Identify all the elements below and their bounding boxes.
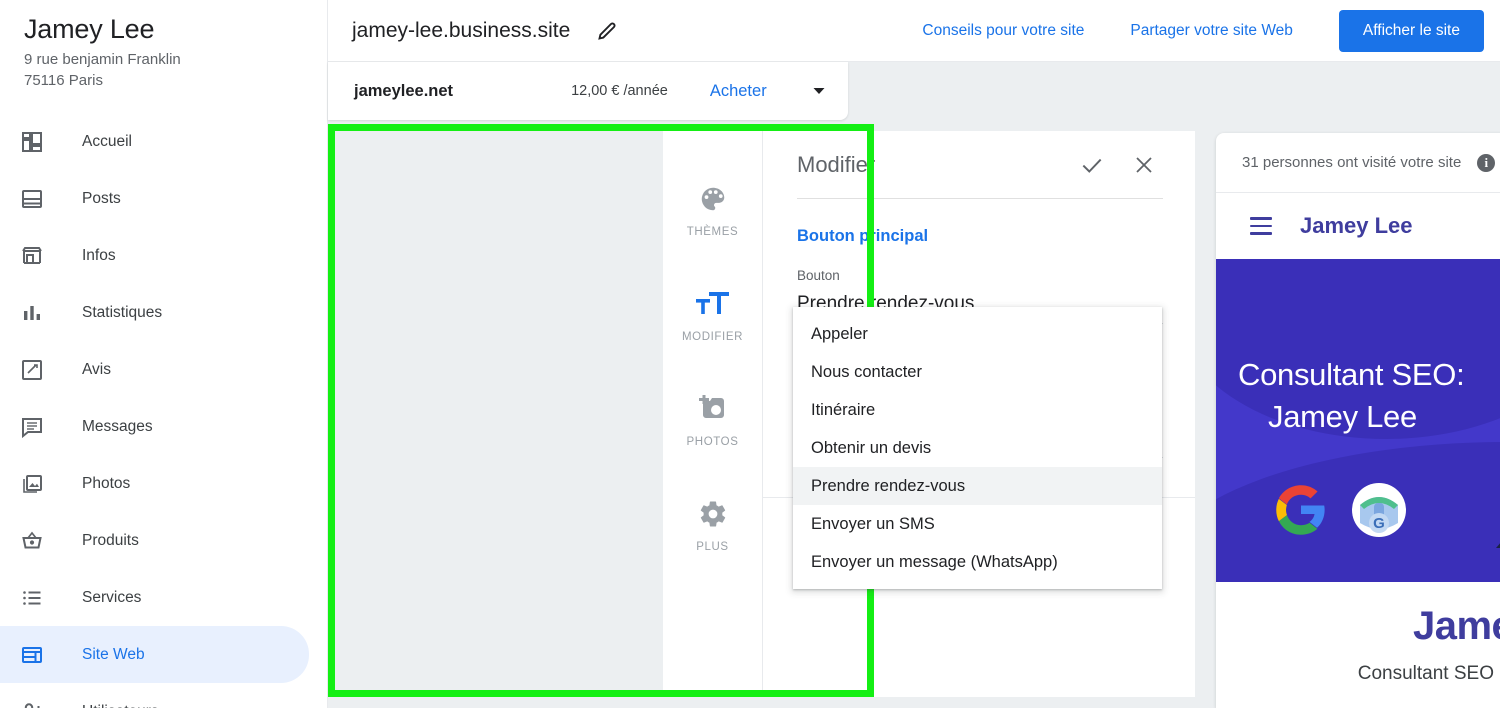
dropdown-option-appeler[interactable]: Appeler	[793, 315, 1162, 353]
website-icon	[18, 641, 46, 669]
tool-plus[interactable]: PLUS	[663, 470, 762, 575]
sidebar-item-statistiques[interactable]: Statistiques	[0, 284, 309, 341]
google-my-business-logo-icon: G	[1352, 483, 1406, 537]
sidebar-item-label: Utilisateurs	[82, 703, 159, 708]
site-url-label: jamey-lee.business.site	[352, 18, 571, 42]
dropdown-option-obtenir-un-devis[interactable]: Obtenir un devis	[793, 429, 1162, 467]
sidebar-item-label: Site Web	[82, 645, 145, 663]
tool-themes[interactable]: THÈMES	[663, 155, 762, 260]
sidebar-item-label: Statistiques	[82, 303, 163, 321]
button-type-dropdown[interactable]: Appeler Nous contacter Itinéraire Obteni…	[793, 307, 1162, 589]
share-site-link[interactable]: Partager votre site Web	[1130, 22, 1293, 40]
sidebar-item-label: Photos	[82, 474, 131, 492]
person-add-icon	[18, 698, 46, 708]
bar-chart-icon	[18, 299, 46, 327]
list-icon	[18, 584, 46, 612]
sidebar-item-label: Infos	[82, 246, 116, 264]
post-icon	[18, 185, 46, 213]
app-root: Jamey Lee 9 rue benjamin Franklin 75116 …	[0, 0, 1500, 708]
gear-icon	[698, 493, 728, 535]
message-icon	[18, 413, 46, 441]
page-title: Modifier	[797, 151, 876, 177]
visit-count-text: 31 personnes ont visité votre site	[1242, 154, 1462, 171]
main-button-section-link[interactable]: Bouton principal	[797, 227, 1163, 246]
preview-hero-banner: Consultant SEO: Jamey Lee G	[1216, 259, 1500, 582]
sidebar-item-site-web[interactable]: Site Web	[0, 626, 309, 683]
sidebar-item-infos[interactable]: Infos	[0, 227, 309, 284]
sidebar-item-label: Produits	[82, 531, 139, 549]
sidebar-item-utilisateurs[interactable]: Utilisateurs	[0, 683, 309, 708]
dropdown-option-envoyer-un-sms[interactable]: Envoyer un SMS	[793, 505, 1162, 543]
dropdown-option-itineraire[interactable]: Itinéraire	[793, 391, 1162, 429]
tool-label: THÈMES	[686, 225, 739, 238]
store-icon	[18, 242, 46, 270]
domain-bar-area: jameylee.net 12,00 € /année Acheter	[328, 62, 1500, 124]
tool-modifier[interactable]: MODIFIER	[663, 260, 762, 365]
sidebar-item-produits[interactable]: Produits	[0, 512, 309, 569]
sidebar-item-label: Services	[82, 588, 142, 606]
domain-offer-card: jameylee.net 12,00 € /année Acheter	[328, 62, 848, 120]
sidebar-item-services[interactable]: Services	[0, 569, 309, 626]
address-line-1: 9 rue benjamin Franklin	[24, 51, 181, 68]
buy-domain-button[interactable]: Acheter	[710, 82, 767, 101]
photo-icon	[18, 470, 46, 498]
sidebar-item-label: Messages	[82, 417, 153, 435]
add-photo-icon	[697, 388, 729, 430]
preview-status-bar: 31 personnes ont visité votre site i EN …	[1216, 133, 1500, 193]
sidebar-item-label: Avis	[82, 360, 112, 378]
dropdown-option-envoyer-un-message-whatsapp[interactable]: Envoyer un message (WhatsApp)	[793, 543, 1162, 581]
top-toolbar: jamey-lee.business.site Conseils pour vo…	[328, 0, 1500, 62]
preview-site-nav: Jamey Lee	[1216, 193, 1500, 259]
review-icon	[18, 356, 46, 384]
chevron-down-icon[interactable]	[811, 83, 827, 99]
close-icon[interactable]	[1125, 146, 1163, 184]
preview-brand-name: Jamey Lee	[1300, 213, 1413, 238]
editor-panel-header: Modifier	[797, 131, 1163, 199]
hero-logos: G	[1274, 481, 1408, 539]
hero-title-line-2: Jamey Lee	[1268, 399, 1417, 434]
check-icon[interactable]	[1073, 146, 1111, 184]
info-icon[interactable]: i	[1477, 153, 1496, 172]
tool-label: MODIFIER	[681, 330, 744, 343]
palette-icon	[698, 178, 728, 220]
domain-name: jameylee.net	[354, 81, 454, 100]
basket-icon	[18, 527, 46, 555]
main-area: jamey-lee.business.site Conseils pour vo…	[328, 0, 1500, 708]
sidebar-item-messages[interactable]: Messages	[0, 398, 309, 455]
sidebar-item-accueil[interactable]: Accueil	[0, 113, 309, 170]
hero-title: Consultant SEO: Jamey Lee	[1238, 354, 1465, 438]
button-field-label: Bouton	[797, 268, 840, 283]
svg-text:G: G	[1373, 515, 1385, 532]
dashboard-icon	[18, 128, 46, 156]
editor-tool-rail: THÈMES MODIFIER PHOTOS PLUS	[663, 131, 763, 697]
sidebar-item-label: Posts	[82, 189, 121, 207]
tool-label: PHOTOS	[686, 435, 739, 448]
sidebar-item-label: Accueil	[82, 132, 132, 150]
preview-body-subheading: Consultant SEO et Marketing à Paris	[1357, 663, 1500, 684]
hero-title-line-1: Consultant SEO:	[1238, 357, 1465, 392]
address-line-2: 75116 Paris	[24, 72, 103, 89]
tool-photos[interactable]: PHOTOS	[663, 365, 762, 470]
sidebar: Jamey Lee 9 rue benjamin Franklin 75116 …	[0, 0, 328, 708]
sidebar-item-avis[interactable]: Avis	[0, 341, 309, 398]
site-preview-panel: 31 personnes ont visité votre site i EN …	[1216, 133, 1500, 708]
google-logo-icon	[1276, 485, 1325, 535]
view-site-button[interactable]: Afficher le site	[1338, 9, 1484, 52]
preview-body: Jamey Lee Consultant SEO et Marketing à …	[1216, 582, 1500, 685]
dropdown-option-nous-contacter[interactable]: Nous contacter	[793, 353, 1162, 391]
business-address: 9 rue benjamin Franklin 75116 Paris	[0, 45, 327, 91]
pencil-icon[interactable]	[588, 12, 626, 50]
sidebar-item-posts[interactable]: Posts	[0, 170, 309, 227]
tips-link[interactable]: Conseils pour votre site	[922, 22, 1084, 40]
preview-body-heading: Jamey Lee	[1412, 604, 1500, 648]
business-name: Jamey Lee	[24, 14, 155, 44]
dropdown-option-prendre-rendez-vous[interactable]: Prendre rendez-vous	[793, 467, 1162, 505]
sidebar-item-photos[interactable]: Photos	[0, 455, 309, 512]
text-size-icon	[695, 283, 730, 325]
hero-illustration	[1496, 543, 1500, 548]
domain-price: 12,00 € /année	[571, 83, 668, 99]
tool-label: PLUS	[696, 540, 729, 553]
sidebar-nav: Accueil Posts Infos Statistiques Avis Me…	[0, 113, 327, 708]
hamburger-menu-icon[interactable]	[1250, 217, 1272, 235]
